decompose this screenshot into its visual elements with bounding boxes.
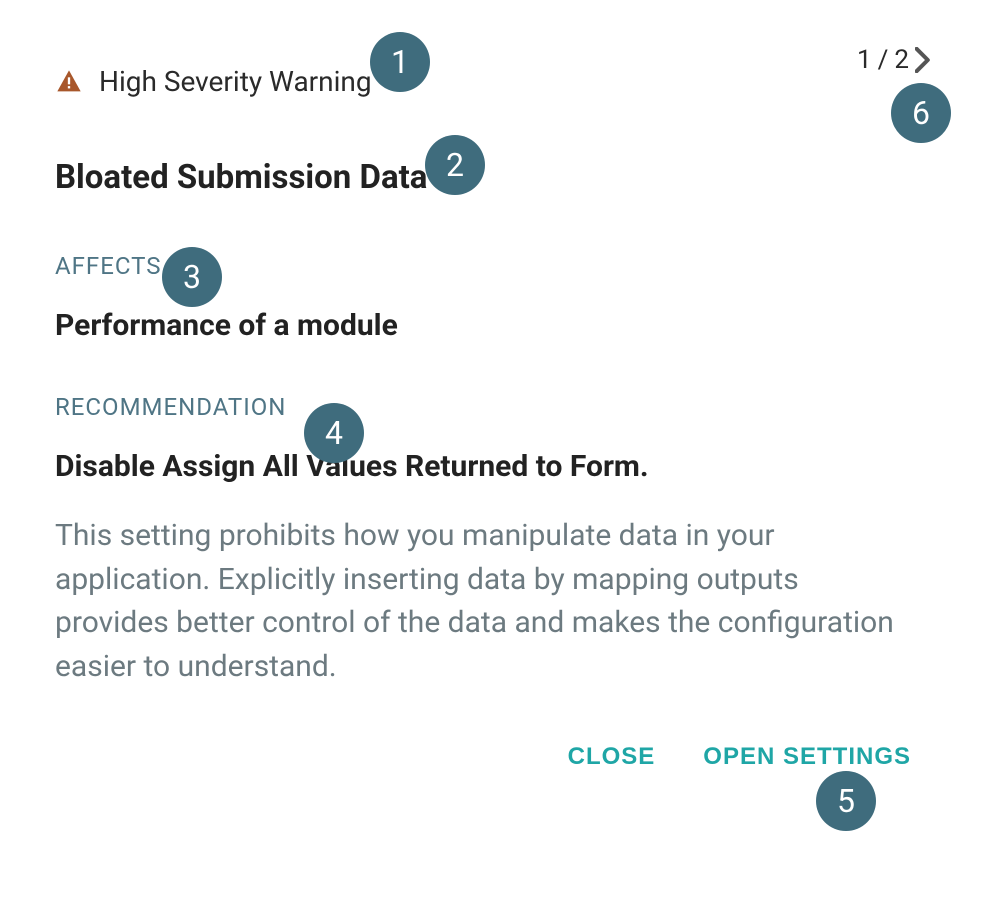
recommendation-value: Disable Assign All Values Returned to Fo… xyxy=(55,449,931,484)
recommendation-description: This setting prohibits how you manipulat… xyxy=(55,514,915,688)
pager-total: 2 xyxy=(894,45,909,75)
severity-group: High Severity Warning xyxy=(55,65,372,98)
pager: 1 / 2 xyxy=(857,45,931,75)
pager-current: 1 xyxy=(857,45,872,75)
recommendation-label: RECOMMENDATION xyxy=(55,393,931,421)
dialog-title: Bloated Submission Data xyxy=(55,158,931,197)
chevron-right-icon[interactable] xyxy=(915,47,931,73)
severity-label: High Severity Warning xyxy=(99,65,372,98)
dialog-actions: CLOSE OPEN SETTINGS xyxy=(55,743,931,771)
open-settings-button[interactable]: OPEN SETTINGS xyxy=(703,743,911,771)
close-button[interactable]: CLOSE xyxy=(568,743,656,771)
affects-value: Performance of a module xyxy=(55,308,931,343)
affects-label: AFFECTS xyxy=(55,252,931,280)
dialog-header: High Severity Warning xyxy=(55,65,931,98)
warning-triangle-icon xyxy=(55,68,83,96)
pager-slash: / xyxy=(878,45,889,75)
warning-dialog: High Severity Warning 1 / 2 Bloated Subm… xyxy=(0,0,986,811)
